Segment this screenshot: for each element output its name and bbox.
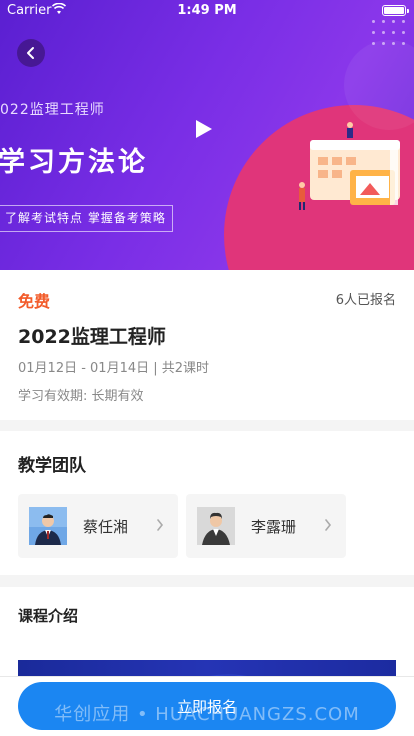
- banner-subtitle: 022监理工程师: [0, 102, 105, 118]
- chevron-right-icon: [325, 519, 332, 531]
- banner-tagline: 了解考试特点 掌握备考策略: [0, 205, 173, 232]
- avatar: [29, 507, 67, 545]
- team-section-title: 教学团队: [18, 456, 86, 476]
- enroll-button[interactable]: 立即报名: [18, 682, 396, 730]
- back-button[interactable]: [17, 39, 45, 67]
- teacher-card[interactable]: 蔡任湘: [18, 494, 178, 558]
- clock: 1:49 PM: [177, 3, 237, 18]
- play-icon[interactable]: [196, 120, 212, 138]
- price-label: 免费: [18, 292, 51, 311]
- teacher-name: 蔡任湘: [83, 518, 129, 536]
- dots-decoration: [372, 20, 412, 48]
- course-banner: 022监理工程师 学习方法论 了解考试特点 掌握备考策略: [0, 0, 414, 270]
- intro-section-title: 课程介绍: [18, 607, 79, 625]
- course-title: 2022监理工程师: [18, 326, 166, 348]
- bottom-action-bar: 立即报名: [0, 676, 414, 736]
- course-validity: 学习有效期: 长期有效: [18, 389, 144, 404]
- status-bar: Carrier 1:49 PM: [0, 0, 414, 22]
- battery-icon: [382, 5, 409, 16]
- banner-title: 学习方法论: [0, 147, 148, 178]
- teacher-card[interactable]: 李露珊: [186, 494, 346, 558]
- course-info-card: 免费 6人已报名 2022监理工程师 01月12日 - 01月14日 | 共2课…: [0, 270, 414, 420]
- course-dates: 01月12日 - 01月14日 | 共2课时: [18, 361, 210, 376]
- teacher-name: 李露珊: [251, 518, 297, 536]
- enrolled-count: 6人已报名: [335, 293, 396, 308]
- teaching-team-section: 教学团队 蔡任湘 李露珊: [0, 431, 414, 575]
- chevron-right-icon: [157, 519, 164, 531]
- chevron-left-icon: [27, 47, 34, 59]
- avatar: [197, 507, 235, 545]
- illustration-icon: [299, 122, 400, 210]
